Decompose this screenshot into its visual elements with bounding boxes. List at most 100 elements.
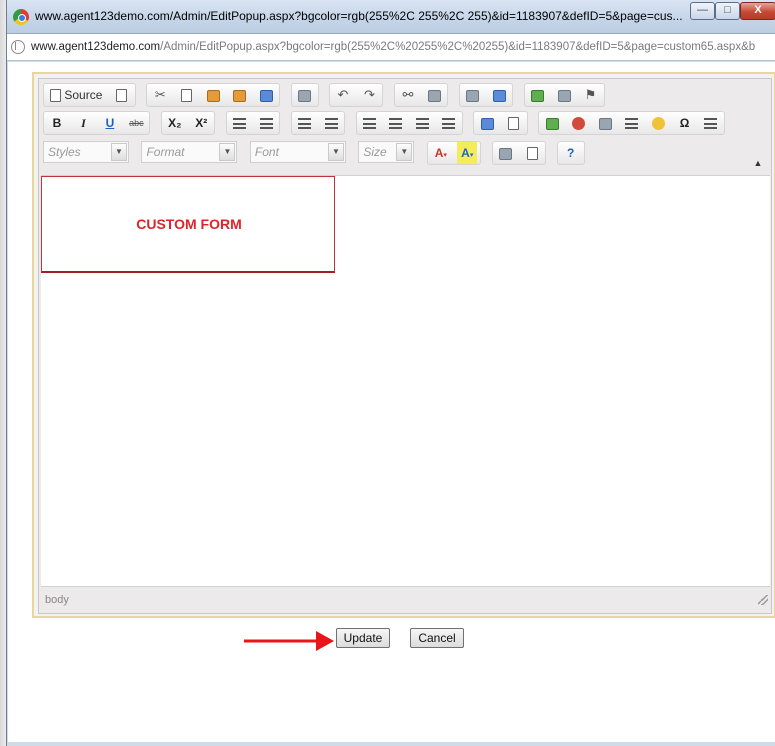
chevron-down-icon: ▼ bbox=[396, 143, 413, 161]
strikethrough-button[interactable]: abc bbox=[126, 112, 146, 134]
title-bar: www.agent123demo.com/Admin/EditPopup.asp… bbox=[7, 0, 775, 33]
paste-text-button[interactable] bbox=[230, 84, 250, 106]
scayt-button[interactable] bbox=[554, 84, 574, 106]
help-button[interactable]: ? bbox=[561, 142, 581, 164]
replace-icon bbox=[427, 89, 441, 102]
remove-format-button[interactable] bbox=[489, 84, 509, 106]
templates-button[interactable] bbox=[112, 84, 132, 106]
binoculars-icon: ⚯ bbox=[402, 87, 414, 102]
font-label: Font bbox=[254, 145, 279, 159]
find-button[interactable]: ⚯ bbox=[398, 84, 418, 106]
horizontal-rule-button[interactable] bbox=[622, 112, 642, 134]
flash-icon bbox=[572, 117, 586, 131]
select-all-button[interactable] bbox=[463, 84, 483, 106]
url-text[interactable]: www.agent123demo.com/Admin/EditPopup.asp… bbox=[31, 41, 775, 53]
indent-button[interactable] bbox=[321, 112, 341, 134]
element-path[interactable]: body bbox=[45, 594, 69, 606]
custom-form-text: CUSTOM FORM bbox=[136, 216, 242, 232]
underline-button[interactable]: U bbox=[100, 112, 120, 134]
show-blocks-icon bbox=[526, 147, 538, 161]
toolbar-group-spell: ⚑ bbox=[523, 83, 605, 107]
superscript-button[interactable]: X² bbox=[191, 112, 211, 134]
url-host: www.agent123demo.com bbox=[31, 41, 161, 53]
flash-button[interactable] bbox=[569, 112, 589, 134]
resize-grip-icon[interactable] bbox=[758, 595, 768, 605]
toolbar-group-help: ? bbox=[556, 141, 585, 165]
cut-button[interactable]: ✂ bbox=[150, 84, 170, 106]
unlink-icon bbox=[508, 117, 520, 131]
maximize-button[interactable]: □ bbox=[715, 2, 740, 20]
paste-button[interactable] bbox=[203, 84, 223, 106]
close-button[interactable]: X bbox=[740, 2, 775, 20]
page-break-button[interactable] bbox=[701, 112, 721, 134]
outdent-button[interactable] bbox=[295, 112, 315, 134]
background-color-button[interactable]: A▾ bbox=[457, 142, 478, 164]
toolbar-group-insert: Ω bbox=[538, 111, 725, 135]
unlink-button[interactable] bbox=[504, 112, 524, 134]
paste-word-button[interactable] bbox=[256, 84, 276, 106]
toolbar-group-script: X₂ X² bbox=[160, 111, 216, 135]
print-button[interactable] bbox=[295, 84, 315, 106]
show-blocks-button[interactable] bbox=[522, 142, 542, 164]
numbered-list-icon bbox=[233, 118, 247, 130]
paste-word-icon bbox=[259, 89, 273, 102]
action-buttons: Update Cancel bbox=[8, 628, 775, 658]
red-arrow-icon bbox=[244, 631, 334, 651]
custom-form-box[interactable]: CUSTOM FORM bbox=[41, 176, 335, 273]
printer-icon bbox=[298, 89, 312, 102]
update-button[interactable]: Update bbox=[336, 628, 390, 648]
size-dropdown[interactable]: Size ▼ bbox=[358, 141, 415, 163]
editor-content-area[interactable]: CUSTOM FORM bbox=[41, 175, 770, 587]
collapse-toolbar-icon[interactable]: ▲ bbox=[751, 157, 765, 169]
toolbar-group-clipboard: ✂ bbox=[146, 83, 281, 107]
copy-icon bbox=[181, 89, 193, 103]
toolbar-group-undo: ↶ ↷ bbox=[329, 83, 384, 107]
scissors-icon: ✂ bbox=[154, 87, 166, 102]
justify-icon bbox=[442, 118, 456, 130]
numbered-list-button[interactable] bbox=[230, 112, 250, 134]
copy-button[interactable] bbox=[177, 84, 197, 106]
bg-color-label: A bbox=[461, 146, 470, 160]
special-char-button[interactable]: Ω bbox=[675, 112, 695, 134]
link-button[interactable] bbox=[477, 112, 497, 134]
table-button[interactable] bbox=[595, 112, 615, 134]
url-path: /Admin/EditPopup.aspx?bgcolor=rgb(255%2C… bbox=[160, 41, 756, 53]
horizontal-rule-icon bbox=[625, 118, 639, 130]
bulleted-list-button[interactable] bbox=[256, 112, 276, 134]
align-left-button[interactable] bbox=[360, 112, 380, 134]
outdent-icon bbox=[298, 118, 312, 130]
image-button[interactable] bbox=[542, 112, 562, 134]
format-label: Format bbox=[146, 145, 185, 159]
address-bar[interactable]: www.agent123demo.com/Admin/EditPopup.asp… bbox=[7, 33, 775, 61]
align-right-button[interactable] bbox=[412, 112, 432, 134]
styles-dropdown[interactable]: Styles ▼ bbox=[43, 141, 129, 163]
page-content: Source ✂ ↶ ↷ ⚯ ⚑ B I U abc X₂ X² Ω Style… bbox=[8, 62, 775, 742]
cancel-button[interactable]: Cancel bbox=[410, 628, 464, 648]
bold-button[interactable]: B bbox=[47, 112, 67, 134]
undo-button[interactable]: ↶ bbox=[333, 84, 353, 106]
justify-button[interactable] bbox=[439, 112, 459, 134]
source-button[interactable]: Source bbox=[47, 84, 105, 106]
chevron-down-icon: ▼ bbox=[327, 143, 344, 161]
replace-button[interactable] bbox=[424, 84, 444, 106]
paste-icon bbox=[206, 89, 220, 102]
italic-button[interactable]: I bbox=[73, 112, 93, 134]
chrome-icon bbox=[13, 9, 29, 25]
redo-button[interactable]: ↷ bbox=[359, 84, 379, 106]
toolbar-group-tools bbox=[491, 141, 547, 165]
format-dropdown[interactable]: Format ▼ bbox=[141, 141, 238, 163]
smiley-button[interactable] bbox=[648, 112, 668, 134]
spellcheck-button[interactable] bbox=[528, 84, 548, 106]
font-dropdown[interactable]: Font ▼ bbox=[249, 141, 346, 163]
popup-window: www.agent123demo.com/Admin/EditPopup.asp… bbox=[6, 0, 775, 746]
source-icon bbox=[50, 89, 61, 103]
minimize-button[interactable]: — bbox=[690, 2, 715, 20]
toolbar-group-indent bbox=[290, 111, 346, 135]
page-info-icon[interactable] bbox=[11, 40, 25, 54]
maximize-editor-button[interactable] bbox=[496, 142, 516, 164]
align-center-button[interactable] bbox=[386, 112, 406, 134]
subscript-button[interactable]: X₂ bbox=[165, 112, 185, 134]
toolbar-group-links bbox=[473, 111, 528, 135]
anchor-button[interactable]: ⚑ bbox=[581, 84, 601, 106]
font-color-button[interactable]: A▾ bbox=[431, 142, 451, 164]
